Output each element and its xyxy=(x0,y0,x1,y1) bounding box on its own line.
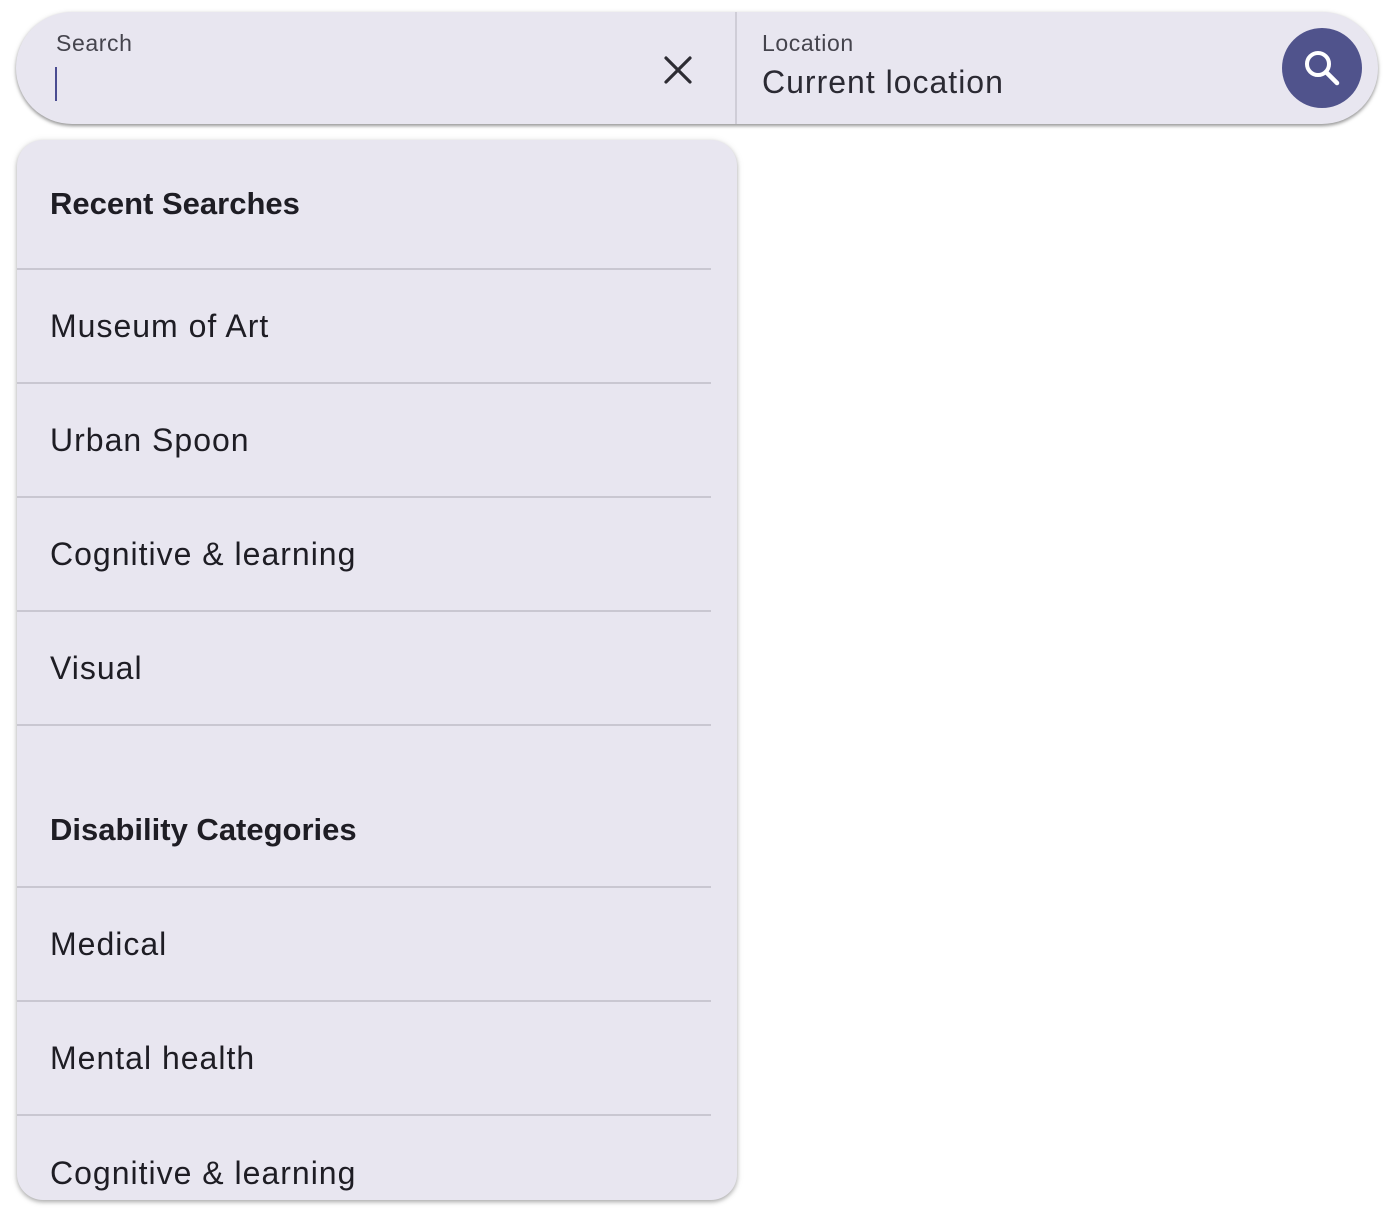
category-item[interactable]: Cognitive & learning xyxy=(17,1116,711,1200)
recent-search-item[interactable]: Museum of Art xyxy=(17,270,711,384)
location-label: Location xyxy=(762,30,854,56)
close-icon xyxy=(664,56,692,84)
search-button[interactable] xyxy=(1282,28,1362,108)
location-field[interactable]: Location Current location xyxy=(737,12,1378,124)
search-bar: Search Location Current location xyxy=(16,12,1378,124)
location-value[interactable]: Current location xyxy=(762,64,1004,101)
search-field[interactable]: Search xyxy=(16,12,737,124)
category-item[interactable]: Medical xyxy=(17,888,711,1002)
search-label: Search xyxy=(56,30,133,56)
text-caret xyxy=(55,67,57,101)
recent-search-item[interactable]: Cognitive & learning xyxy=(17,498,711,612)
disability-categories-header: Disability Categories xyxy=(17,726,711,888)
category-item[interactable]: Mental health xyxy=(17,1002,711,1116)
search-icon xyxy=(1305,51,1340,86)
recent-searches-header: Recent Searches xyxy=(17,140,711,270)
recent-search-item[interactable]: Urban Spoon xyxy=(17,384,711,498)
search-input[interactable] xyxy=(54,64,644,104)
recent-search-item[interactable]: Visual xyxy=(17,612,711,726)
search-suggestions-dropdown: Recent Searches Museum of Art Urban Spoo… xyxy=(17,140,737,1200)
clear-search-button[interactable] xyxy=(650,42,706,98)
